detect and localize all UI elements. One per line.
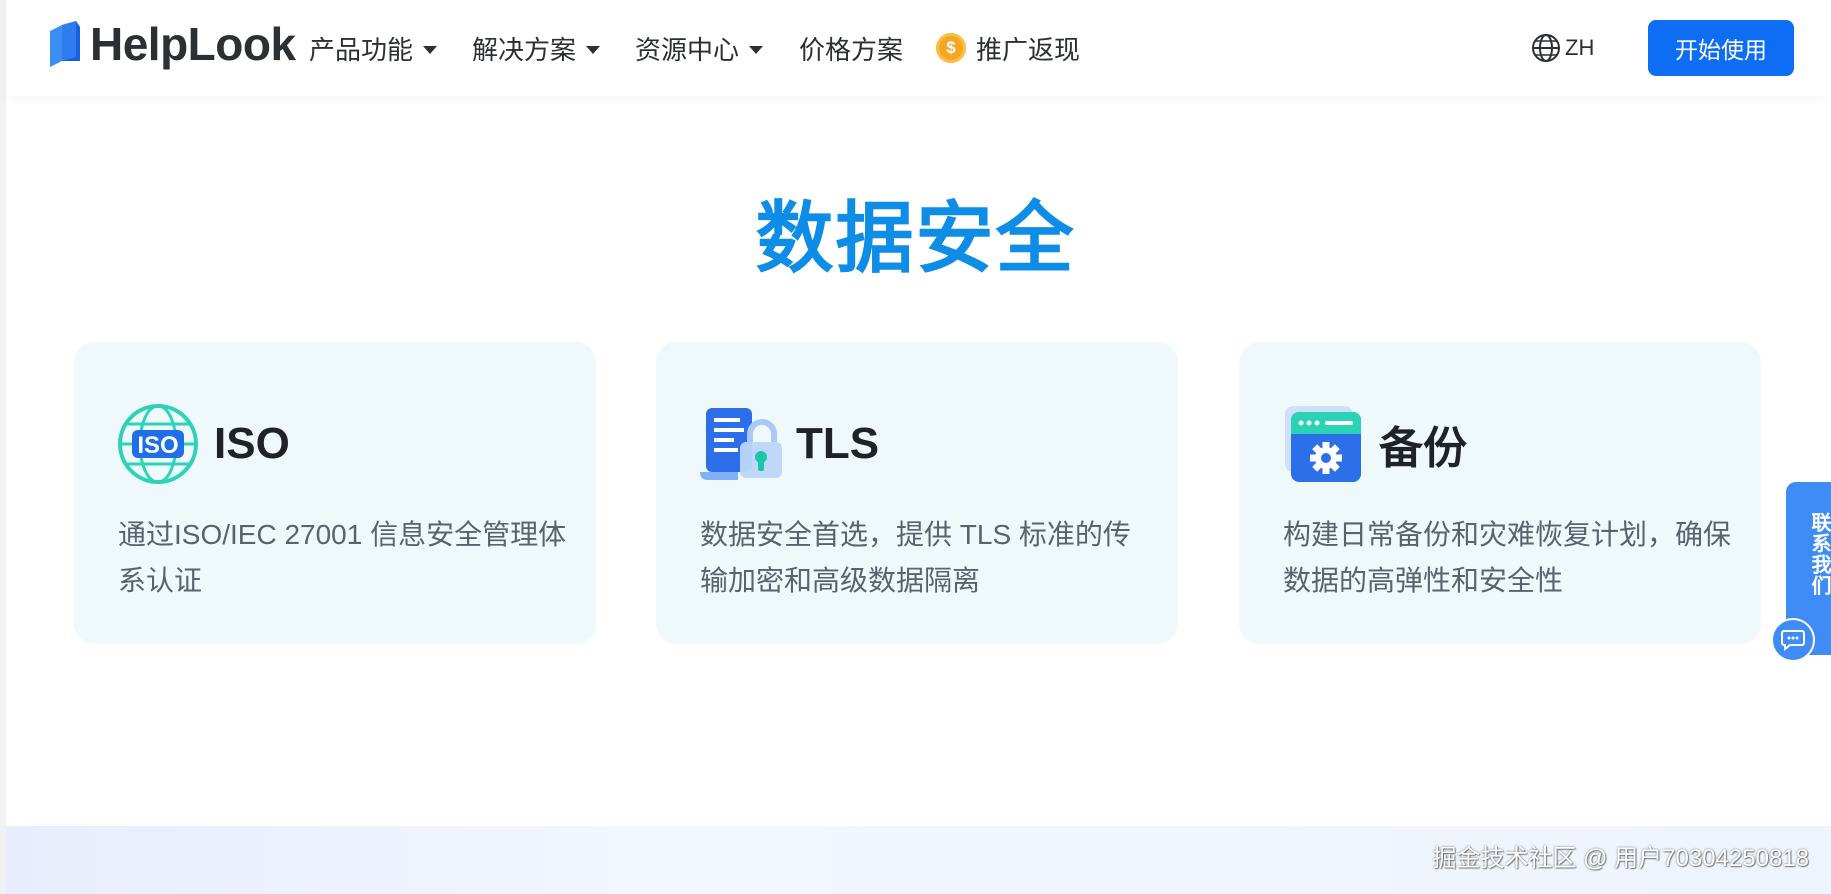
nav-item-label: 推广返现 bbox=[976, 34, 1081, 65]
card-description: 通过ISO/IEC 27001 信息安全管理体系认证 bbox=[118, 519, 567, 596]
dollar-coin-icon: $ bbox=[936, 33, 966, 63]
nav-item-resource-center[interactable]: 资源中心 bbox=[635, 0, 764, 96]
card-description: 构建日常备份和灾难恢复计划，确保数据的高弹性和安全性 bbox=[1283, 519, 1732, 596]
nav-item-solutions[interactable]: 解决方案 bbox=[472, 0, 601, 96]
helplook-logo[interactable]: HelpLook bbox=[46, 15, 296, 73]
globe-icon bbox=[1532, 34, 1560, 62]
nav-item-product-features[interactable]: 产品功能 bbox=[309, 0, 438, 96]
caret-down-icon bbox=[423, 45, 438, 54]
feature-card-backup: 备份 构建日常备份和灾难恢复计划，确保数据的高弹性和安全性 bbox=[1239, 342, 1761, 644]
card-title: ISO bbox=[214, 419, 290, 468]
language-label: ZH bbox=[1565, 35, 1595, 60]
chat-bubble-icon[interactable] bbox=[1771, 618, 1815, 662]
section-title: 数据安全 bbox=[755, 194, 1076, 282]
document-lock-icon bbox=[698, 402, 782, 486]
helplook-logo-icon bbox=[50, 21, 80, 67]
card-header: ISO ISO bbox=[116, 402, 290, 486]
start-using-button[interactable]: 开始使用 bbox=[1648, 20, 1794, 76]
feature-card-iso: ISO ISO 通过ISO/IEC 27001 信息安全管理体系认证 bbox=[74, 342, 596, 644]
card-header: TLS bbox=[698, 402, 879, 486]
card-title: TLS bbox=[796, 419, 880, 468]
nav-item-label: 价格方案 bbox=[799, 34, 904, 65]
left-edge-strip bbox=[0, 0, 6, 894]
caret-down-icon bbox=[749, 45, 764, 54]
card-description: 数据安全首选，提供 TLS 标准的传输加密和高级数据隔离 bbox=[700, 519, 1131, 596]
iso-icon-text: ISO bbox=[137, 432, 178, 459]
top-navigation-bar: HelpLook 产品功能 解决方案 资源中心 价格方案 $ 推广返现 ZH 开… bbox=[6, 0, 1831, 96]
backup-gear-window-icon bbox=[1281, 402, 1365, 486]
logo-text: HelpLook bbox=[90, 18, 296, 70]
iso-globe-icon: ISO bbox=[116, 402, 200, 486]
card-header: 备份 bbox=[1281, 402, 1467, 486]
feature-card-tls: TLS 数据安全首选，提供 TLS 标准的传输加密和高级数据隔离 bbox=[656, 342, 1178, 644]
card-title: 备份 bbox=[1379, 424, 1467, 473]
contact-us-label: 联系我们 bbox=[1808, 512, 1830, 596]
watermark-text: 掘金技术社区 @ 用户70304250818 bbox=[1432, 845, 1809, 872]
nav-item-pricing[interactable]: 价格方案 bbox=[799, 0, 903, 96]
caret-down-icon bbox=[586, 45, 601, 54]
nav-item-label: 产品功能 bbox=[309, 34, 414, 65]
nav-item-label: 解决方案 bbox=[472, 34, 577, 65]
language-switcher[interactable]: ZH bbox=[1531, 0, 1594, 96]
nav-item-label: 资源中心 bbox=[635, 34, 740, 65]
nav-item-referral-cashback[interactable]: $ 推广返现 bbox=[936, 0, 1080, 96]
